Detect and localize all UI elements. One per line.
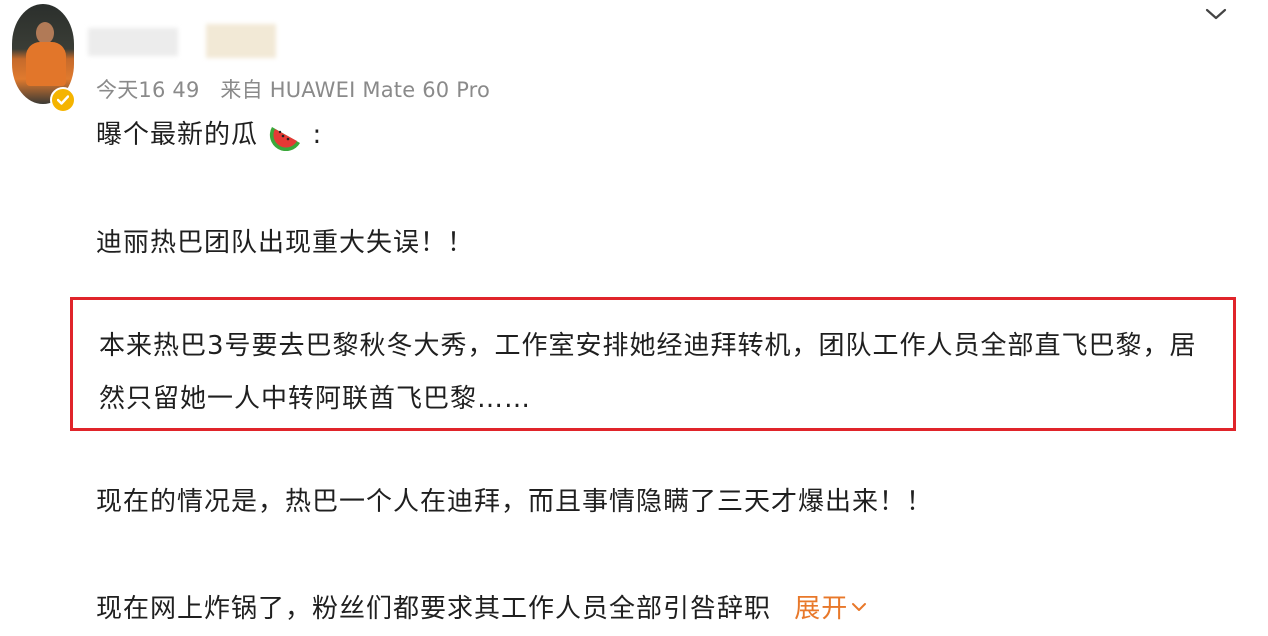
post-text: 现在的情况是，热巴一个人在迪拜，而且事情隐瞒了三天才爆出来！！ [96,487,934,517]
watermelon-icon [269,121,303,151]
post-text: 迪丽热巴团队出现重大失误！！ [96,228,475,258]
redacted-block [88,28,178,56]
post-text: 现在网上炸锅了，粉丝们都要求其工作人员全部引咎辞职 [96,594,772,624]
avatar-body [26,42,66,86]
chevron-down-icon [852,602,867,611]
avatar-head [36,22,54,44]
expand-label: 展开 [794,594,849,624]
highlighted-text: 本来热巴3号要去巴黎秋冬大秀，工作室安排她经迪拜转机，团队工作人员全部直飞巴黎，… [99,331,1197,414]
post-meta: 今天16 49 来自 HUAWEI Mate 60 Pro [96,74,504,104]
highlight-box: 本来热巴3号要去巴黎秋冬大秀，工作室安排她经迪拜转机，团队工作人员全部直飞巴黎，… [70,297,1236,431]
post-line-4: 现在网上炸锅了，粉丝们都要求其工作人员全部引咎辞职 展开 [96,588,868,625]
verified-badge-icon [50,87,76,113]
post-source: 来自 HUAWEI Mate 60 Pro [220,78,491,102]
post-text: 曝个最新的瓜 [96,120,259,150]
username-redacted[interactable] [88,22,288,62]
post-line-3: 现在的情况是，热巴一个人在迪拜，而且事情隐瞒了三天才爆出来！！ [96,481,933,518]
post-timestamp[interactable]: 今天16 49 [96,78,200,102]
expand-link[interactable]: 展开 [794,588,868,625]
weibo-post: 今天16 49 来自 HUAWEI Mate 60 Pro 曝个最新的瓜 : 迪… [0,0,1268,636]
redacted-block [206,24,276,58]
post-line-2: 迪丽热巴团队出现重大失误！！ [96,222,474,259]
post-colon: : [312,120,323,150]
chevron-down-icon[interactable] [1203,4,1229,24]
post-line-1: 曝个最新的瓜 : [96,114,322,151]
